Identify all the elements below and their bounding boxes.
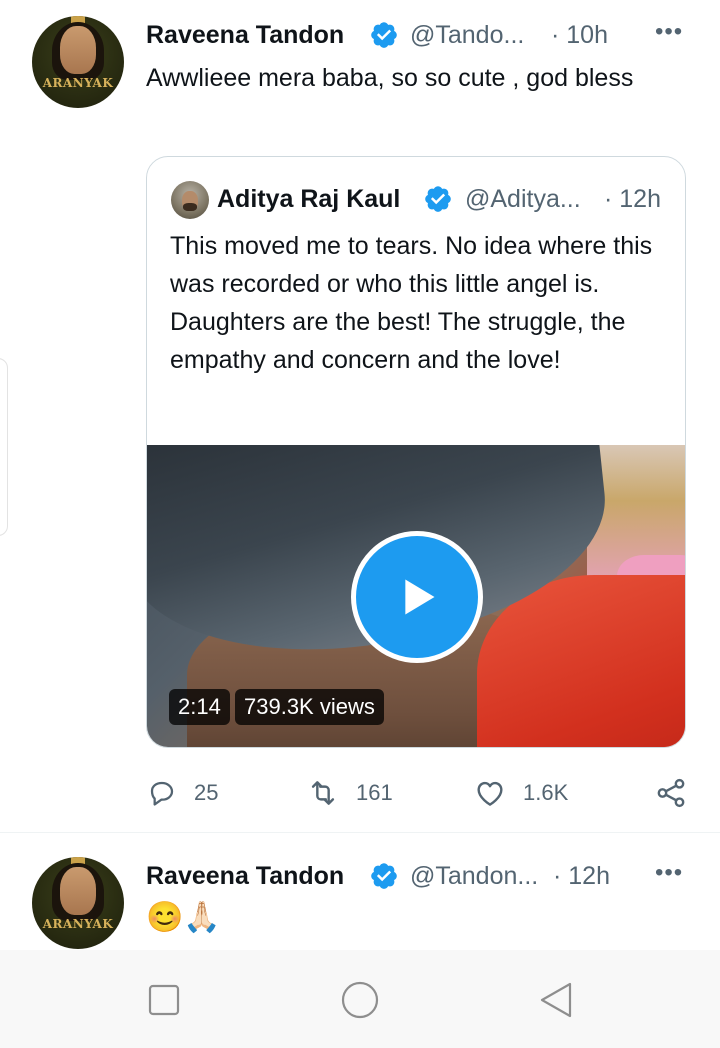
quoted-avatar-beard	[183, 203, 197, 211]
share-icon	[657, 778, 685, 808]
reply-button[interactable]: 25	[146, 776, 218, 810]
retweet-count: 161	[356, 780, 393, 805]
nav-home-icon[interactable]	[340, 980, 380, 1020]
tweet-divider	[0, 832, 720, 833]
reply-count: 25	[194, 780, 219, 805]
like-icon	[477, 781, 503, 806]
avatar[interactable]: ARANYAK	[32, 16, 124, 108]
verified-badge-icon	[371, 22, 397, 48]
avatar-brand-text: ARANYAK	[42, 917, 114, 931]
play-button[interactable]	[351, 531, 483, 663]
tweet-text: Awwlieee mera baba, so so cute , god ble…	[146, 64, 634, 92]
quoted-tweet-text: This moved me to tears. No idea where th…	[170, 232, 653, 374]
smiling-face-emoji: 😊	[146, 901, 184, 934]
quoted-tweet[interactable]: Aditya Raj Kaul @Aditya... · 12h This mo…	[146, 156, 686, 748]
author-handle[interactable]: @Tando...	[410, 21, 524, 50]
author-name[interactable]: Raveena Tandon	[146, 862, 344, 891]
avatar-face	[60, 867, 96, 915]
like-count: 1.6K	[523, 780, 569, 805]
more-icon[interactable]: •••	[655, 859, 683, 887]
author-handle[interactable]: @Tandon...	[410, 862, 538, 891]
tweet-time[interactable]: · 12h	[553, 862, 610, 891]
more-icon[interactable]: •••	[655, 18, 683, 46]
system-navigation-bar	[0, 950, 720, 1048]
reply-icon	[150, 781, 174, 806]
video-player[interactable]: 2:14 739.3K views	[147, 445, 685, 747]
quoted-tweet-time[interactable]: · 12h	[604, 185, 661, 214]
play-icon	[405, 579, 435, 615]
tweet-time[interactable]: · 10h	[551, 21, 608, 50]
nav-back-icon[interactable]	[538, 981, 574, 1019]
avatar-face	[60, 26, 96, 74]
quoted-avatar[interactable]	[171, 181, 209, 219]
verified-badge-icon	[371, 863, 397, 889]
nav-recents-icon[interactable]	[148, 984, 180, 1016]
quoted-author-handle[interactable]: @Aditya...	[465, 185, 581, 214]
avatar[interactable]: ARANYAK	[32, 857, 124, 949]
share-button[interactable]	[654, 776, 704, 810]
retweet-button[interactable]: 161	[306, 776, 393, 810]
retweet-icon	[311, 781, 335, 805]
folded-hands-emoji: 🙏🏻	[183, 901, 221, 934]
like-button[interactable]: 1.6K	[473, 776, 568, 810]
edge-panel-handle[interactable]	[0, 358, 8, 536]
verified-badge-icon	[425, 186, 451, 212]
video-duration: 2:14	[169, 689, 230, 725]
author-name[interactable]: Raveena Tandon	[146, 21, 344, 50]
quoted-author-name[interactable]: Aditya Raj Kaul	[217, 185, 400, 214]
video-views: 739.3K views	[235, 689, 384, 725]
avatar-brand-text: ARANYAK	[42, 76, 114, 90]
